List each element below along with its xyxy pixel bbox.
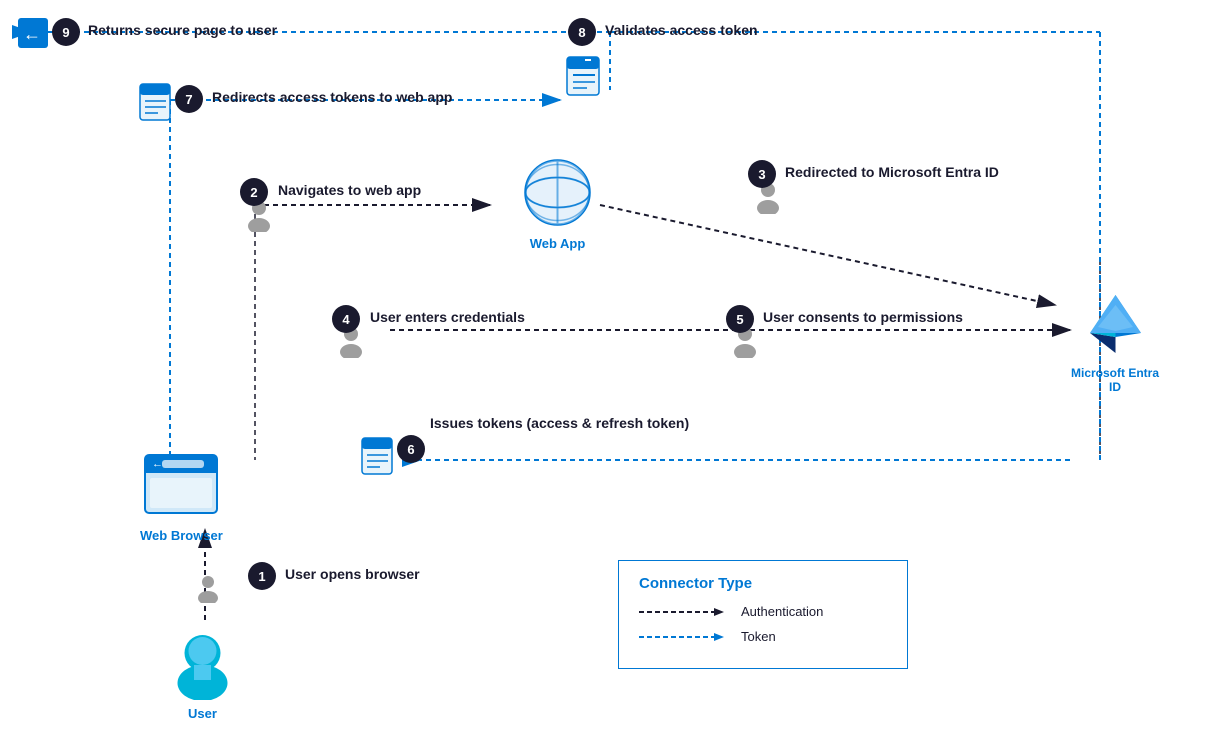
legend-title: Connector Type xyxy=(639,575,887,592)
step-9-badge: 9 xyxy=(52,18,80,46)
step-7-label: Redirects access tokens to web app xyxy=(212,89,452,105)
step-5-badge: 5 xyxy=(726,305,754,333)
step-9-label: Returns secure page to user xyxy=(88,22,277,38)
step-8-doc-icon xyxy=(565,55,605,105)
web-app-icon-container: Web App xyxy=(520,155,595,251)
legend-auth-item: Authentication xyxy=(639,604,887,619)
step-1-badge: 1 xyxy=(248,562,276,590)
diagram-container: 9 Returns secure page to user ← 8 Valida… xyxy=(0,0,1224,738)
entra-id-label: Microsoft Entra ID xyxy=(1065,366,1165,394)
step-4-label: User enters credentials xyxy=(370,309,525,325)
user-icon-container: User xyxy=(170,625,235,721)
legend-box: Connector Type Authentication Token xyxy=(618,560,908,669)
step-8-label: Validates access token xyxy=(605,22,758,38)
step-6-label: Issues tokens (access & refresh token) xyxy=(430,415,689,431)
step-1-label: User opens browser xyxy=(285,566,420,582)
web-browser-label: Web Browser xyxy=(140,528,223,543)
entra-id-icon-container: Microsoft Entra ID xyxy=(1065,285,1165,394)
step-2-badge: 2 xyxy=(240,178,268,206)
step-3-badge: 3 xyxy=(748,160,776,188)
step-7-doc-icon xyxy=(138,82,176,129)
step-1-person-icon xyxy=(196,575,220,608)
step-3-label: Redirected to Microsoft Entra ID xyxy=(785,164,999,180)
svg-text:←: ← xyxy=(152,458,163,470)
user-label: User xyxy=(188,706,217,721)
legend-token-label: Token xyxy=(741,629,776,644)
legend-auth-label: Authentication xyxy=(741,604,823,619)
svg-text:←: ← xyxy=(23,24,41,44)
step-6-doc-icon xyxy=(360,436,398,483)
step-5-label: User consents to permissions xyxy=(763,309,963,325)
web-browser-icon-container: ← Web Browser xyxy=(140,450,223,543)
legend-token-item: Token xyxy=(639,629,887,644)
step-7-badge: 7 xyxy=(175,85,203,113)
step-4-badge: 4 xyxy=(332,305,360,333)
web-app-label: Web App xyxy=(530,236,586,251)
step-8-badge: 8 xyxy=(568,18,596,46)
step-9-arrow-icon: ← xyxy=(18,18,48,53)
step-6-badge: 6 xyxy=(397,435,425,463)
step-2-label: Navigates to web app xyxy=(278,182,421,198)
